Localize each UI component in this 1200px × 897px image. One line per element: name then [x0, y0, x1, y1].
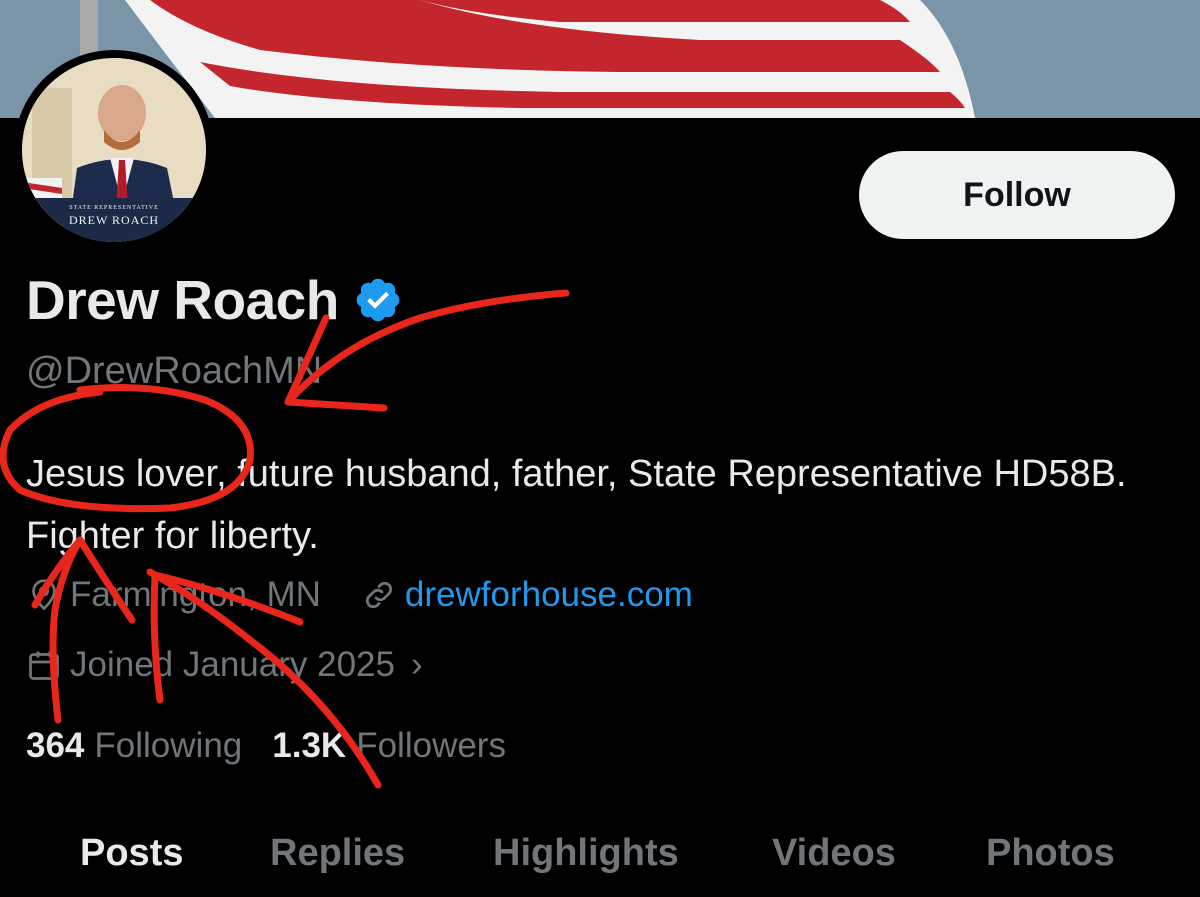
- link-icon: [365, 581, 392, 609]
- follow-button[interactable]: Follow: [859, 151, 1175, 239]
- followers-stat[interactable]: 1.3K Followers: [272, 726, 506, 766]
- followers-label: Followers: [356, 726, 506, 765]
- following-stat[interactable]: 364 Following: [26, 726, 242, 766]
- annotation-left-shaft: [49, 536, 84, 724]
- profile-meta-row: Farmington, MN drewforhouse.com: [26, 575, 693, 615]
- verified-badge-icon[interactable]: [353, 275, 403, 325]
- display-name: Drew Roach: [26, 269, 339, 331]
- profile-website-link[interactable]: drewforhouse.com: [405, 575, 693, 615]
- profile-avatar[interactable]: STATE REPRESENTATIVE DREW ROACH: [14, 50, 214, 250]
- avatar-caption: STATE REPRESENTATIVE DREW ROACH: [22, 198, 206, 242]
- avatar-caption-small: STATE REPRESENTATIVE: [69, 205, 159, 211]
- profile-location: Farmington, MN: [70, 575, 321, 614]
- followers-count: 1.3K: [272, 726, 347, 765]
- following-count: 364: [26, 726, 85, 765]
- name-row: Drew Roach: [26, 268, 403, 332]
- follow-stats: 364 Following 1.3K Followers: [26, 726, 506, 766]
- tab-photos[interactable]: Photos: [986, 832, 1115, 875]
- joined-row[interactable]: Joined January 2025 ›: [26, 645, 423, 685]
- calendar-icon: [29, 651, 59, 680]
- user-handle: @DrewRoachMN: [26, 350, 323, 392]
- location-pin-icon: [32, 579, 56, 611]
- avatar-caption-name: DREW ROACH: [68, 213, 160, 227]
- profile-tabs: Posts Replies Highlights Videos Photos: [0, 820, 1200, 897]
- tab-videos[interactable]: Videos: [772, 832, 896, 875]
- tab-replies[interactable]: Replies: [270, 832, 405, 875]
- tab-posts[interactable]: Posts: [80, 832, 183, 875]
- avatar-image: STATE REPRESENTATIVE DREW ROACH: [22, 58, 206, 242]
- profile-page: STATE REPRESENTATIVE DREW ROACH Follow D…: [0, 0, 1200, 897]
- chevron-right-icon: ›: [410, 645, 423, 684]
- joined-date: Joined January 2025: [70, 645, 395, 684]
- following-label: Following: [94, 726, 243, 765]
- tab-highlights[interactable]: Highlights: [493, 832, 679, 875]
- profile-bio: Jesus lover, future husband, father, Sta…: [26, 453, 1127, 557]
